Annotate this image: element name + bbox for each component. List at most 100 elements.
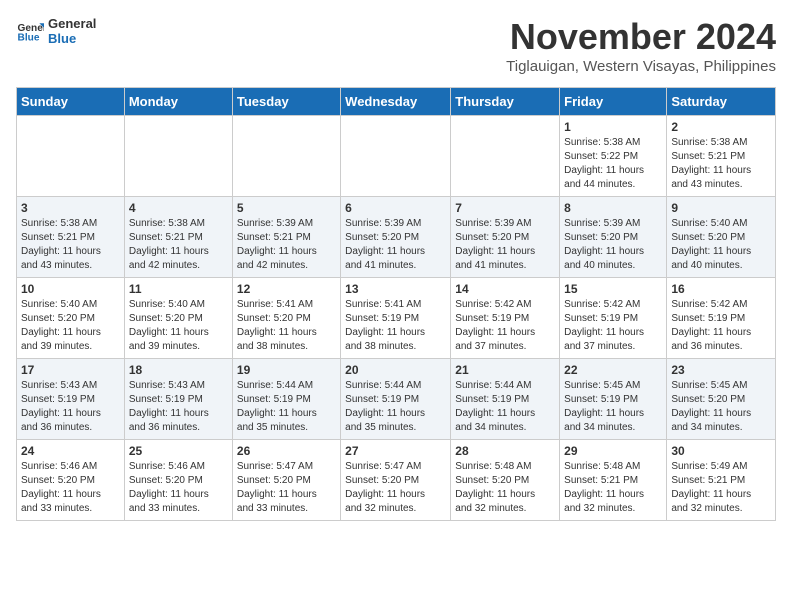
day-number: 1 xyxy=(564,120,662,134)
day-number: 8 xyxy=(564,201,662,215)
day-number: 11 xyxy=(129,282,228,296)
day-number: 19 xyxy=(237,363,336,377)
day-info: Sunrise: 5:41 AM Sunset: 5:20 PM Dayligh… xyxy=(237,298,336,354)
day-info: Sunrise: 5:48 AM Sunset: 5:21 PM Dayligh… xyxy=(564,460,662,516)
calendar-cell xyxy=(232,116,340,197)
day-info: Sunrise: 5:47 AM Sunset: 5:20 PM Dayligh… xyxy=(345,460,446,516)
day-info: Sunrise: 5:40 AM Sunset: 5:20 PM Dayligh… xyxy=(671,217,771,273)
day-number: 28 xyxy=(455,444,555,458)
calendar-cell xyxy=(124,116,232,197)
calendar-cell xyxy=(451,116,560,197)
day-info: Sunrise: 5:42 AM Sunset: 5:19 PM Dayligh… xyxy=(564,298,662,354)
day-number: 21 xyxy=(455,363,555,377)
calendar-cell: 28 Sunrise: 5:48 AM Sunset: 5:20 PM Dayli… xyxy=(451,440,560,521)
logo-line2: Blue xyxy=(48,31,96,46)
day-number: 25 xyxy=(129,444,228,458)
calendar-cell: 30 Sunrise: 5:49 AM Sunset: 5:21 PM Dayli… xyxy=(667,440,776,521)
day-number: 14 xyxy=(455,282,555,296)
calendar-cell: 3Sunrise: 5:38 AM Sunset: 5:21 PM Daylig… xyxy=(17,197,125,278)
logo-line1: General xyxy=(48,16,96,31)
svg-text:Blue: Blue xyxy=(18,32,40,43)
calendar-cell: 15Sunrise: 5:42 AM Sunset: 5:19 PM Dayli… xyxy=(560,278,667,359)
day-number: 29 xyxy=(564,444,662,458)
day-info: Sunrise: 5:38 AM Sunset: 5:21 PM Dayligh… xyxy=(21,217,120,273)
day-info: Sunrise: 5:39 AM Sunset: 5:20 PM Dayligh… xyxy=(564,217,662,273)
calendar-week-row: 1 Sunrise: 5:38 AM Sunset: 5:22 PM Daylig… xyxy=(17,116,776,197)
day-info: Sunrise: 5:39 AM Sunset: 5:21 PM Dayligh… xyxy=(237,217,336,273)
logo-icon: General Blue xyxy=(16,17,44,45)
calendar-header-row: SundayMondayTuesdayWednesdayThursdayFrid… xyxy=(17,88,776,116)
day-info: Sunrise: 5:43 AM Sunset: 5:19 PM Dayligh… xyxy=(21,379,120,435)
weekday-header: Sunday xyxy=(17,88,125,116)
day-info: Sunrise: 5:39 AM Sunset: 5:20 PM Dayligh… xyxy=(455,217,555,273)
calendar-cell: 5Sunrise: 5:39 AM Sunset: 5:21 PM Daylig… xyxy=(232,197,340,278)
day-number: 18 xyxy=(129,363,228,377)
day-info: Sunrise: 5:45 AM Sunset: 5:20 PM Dayligh… xyxy=(671,379,771,435)
day-info: Sunrise: 5:48 AM Sunset: 5:20 PM Dayligh… xyxy=(455,460,555,516)
calendar-cell: 23Sunrise: 5:45 AM Sunset: 5:20 PM Dayli… xyxy=(667,359,776,440)
title-area: November 2024 Tiglauigan, Western Visaya… xyxy=(506,16,776,75)
calendar-cell: 8 Sunrise: 5:39 AM Sunset: 5:20 PM Daylig… xyxy=(560,197,667,278)
day-number: 30 xyxy=(671,444,771,458)
calendar-cell: 4 Sunrise: 5:38 AM Sunset: 5:21 PM Daylig… xyxy=(124,197,232,278)
calendar-week-row: 3Sunrise: 5:38 AM Sunset: 5:21 PM Daylig… xyxy=(17,197,776,278)
logo: General Blue General Blue xyxy=(16,16,96,46)
day-info: Sunrise: 5:44 AM Sunset: 5:19 PM Dayligh… xyxy=(237,379,336,435)
day-info: Sunrise: 5:43 AM Sunset: 5:19 PM Dayligh… xyxy=(129,379,228,435)
day-info: Sunrise: 5:44 AM Sunset: 5:19 PM Dayligh… xyxy=(345,379,446,435)
calendar-cell: 13Sunrise: 5:41 AM Sunset: 5:19 PM Dayli… xyxy=(341,278,451,359)
calendar-cell: 7 Sunrise: 5:39 AM Sunset: 5:20 PM Daylig… xyxy=(451,197,560,278)
location-subtitle: Tiglauigan, Western Visayas, Philippines xyxy=(506,58,776,75)
day-number: 20 xyxy=(345,363,446,377)
calendar-cell: 1 Sunrise: 5:38 AM Sunset: 5:22 PM Daylig… xyxy=(560,116,667,197)
day-info: Sunrise: 5:39 AM Sunset: 5:20 PM Dayligh… xyxy=(345,217,446,273)
calendar-cell: 16 Sunrise: 5:42 AM Sunset: 5:19 PM Dayli… xyxy=(667,278,776,359)
day-number: 4 xyxy=(129,201,228,215)
day-number: 24 xyxy=(21,444,120,458)
calendar-table: SundayMondayTuesdayWednesdayThursdayFrid… xyxy=(16,87,776,521)
calendar-week-row: 17 Sunrise: 5:43 AM Sunset: 5:19 PM Dayli… xyxy=(17,359,776,440)
day-info: Sunrise: 5:41 AM Sunset: 5:19 PM Dayligh… xyxy=(345,298,446,354)
day-info: Sunrise: 5:45 AM Sunset: 5:19 PM Dayligh… xyxy=(564,379,662,435)
calendar-cell: 6 Sunrise: 5:39 AM Sunset: 5:20 PM Daylig… xyxy=(341,197,451,278)
day-info: Sunrise: 5:38 AM Sunset: 5:21 PM Dayligh… xyxy=(671,136,771,192)
day-number: 7 xyxy=(455,201,555,215)
day-number: 6 xyxy=(345,201,446,215)
weekday-header: Monday xyxy=(124,88,232,116)
calendar-cell: 29 Sunrise: 5:48 AM Sunset: 5:21 PM Dayli… xyxy=(560,440,667,521)
calendar-cell: 26 Sunrise: 5:47 AM Sunset: 5:20 PM Dayli… xyxy=(232,440,340,521)
day-info: Sunrise: 5:40 AM Sunset: 5:20 PM Dayligh… xyxy=(21,298,120,354)
day-number: 26 xyxy=(237,444,336,458)
day-number: 9 xyxy=(671,201,771,215)
calendar-cell: 27Sunrise: 5:47 AM Sunset: 5:20 PM Dayli… xyxy=(341,440,451,521)
weekday-header: Tuesday xyxy=(232,88,340,116)
calendar-cell: 11Sunrise: 5:40 AM Sunset: 5:20 PM Dayli… xyxy=(124,278,232,359)
day-info: Sunrise: 5:38 AM Sunset: 5:21 PM Dayligh… xyxy=(129,217,228,273)
calendar-cell: 2 Sunrise: 5:38 AM Sunset: 5:21 PM Daylig… xyxy=(667,116,776,197)
day-number: 17 xyxy=(21,363,120,377)
calendar-cell xyxy=(17,116,125,197)
calendar-week-row: 10 Sunrise: 5:40 AM Sunset: 5:20 PM Dayli… xyxy=(17,278,776,359)
day-info: Sunrise: 5:38 AM Sunset: 5:22 PM Dayligh… xyxy=(564,136,662,192)
header: General Blue General Blue November 2024 … xyxy=(16,16,776,75)
day-number: 10 xyxy=(21,282,120,296)
calendar-cell: 17 Sunrise: 5:43 AM Sunset: 5:19 PM Dayli… xyxy=(17,359,125,440)
day-number: 12 xyxy=(237,282,336,296)
day-info: Sunrise: 5:47 AM Sunset: 5:20 PM Dayligh… xyxy=(237,460,336,516)
day-number: 22 xyxy=(564,363,662,377)
weekday-header: Friday xyxy=(560,88,667,116)
day-info: Sunrise: 5:49 AM Sunset: 5:21 PM Dayligh… xyxy=(671,460,771,516)
day-number: 16 xyxy=(671,282,771,296)
month-title: November 2024 xyxy=(506,16,776,58)
calendar-week-row: 24 Sunrise: 5:46 AM Sunset: 5:20 PM Dayli… xyxy=(17,440,776,521)
day-info: Sunrise: 5:42 AM Sunset: 5:19 PM Dayligh… xyxy=(671,298,771,354)
calendar-cell: 9 Sunrise: 5:40 AM Sunset: 5:20 PM Daylig… xyxy=(667,197,776,278)
day-number: 2 xyxy=(671,120,771,134)
weekday-header: Saturday xyxy=(667,88,776,116)
day-info: Sunrise: 5:46 AM Sunset: 5:20 PM Dayligh… xyxy=(129,460,228,516)
calendar-cell: 12 Sunrise: 5:41 AM Sunset: 5:20 PM Dayli… xyxy=(232,278,340,359)
calendar-cell: 20 Sunrise: 5:44 AM Sunset: 5:19 PM Dayli… xyxy=(341,359,451,440)
weekday-header: Wednesday xyxy=(341,88,451,116)
calendar-cell: 24Sunrise: 5:46 AM Sunset: 5:20 PM Dayli… xyxy=(17,440,125,521)
calendar-cell: 22 Sunrise: 5:45 AM Sunset: 5:19 PM Dayli… xyxy=(560,359,667,440)
